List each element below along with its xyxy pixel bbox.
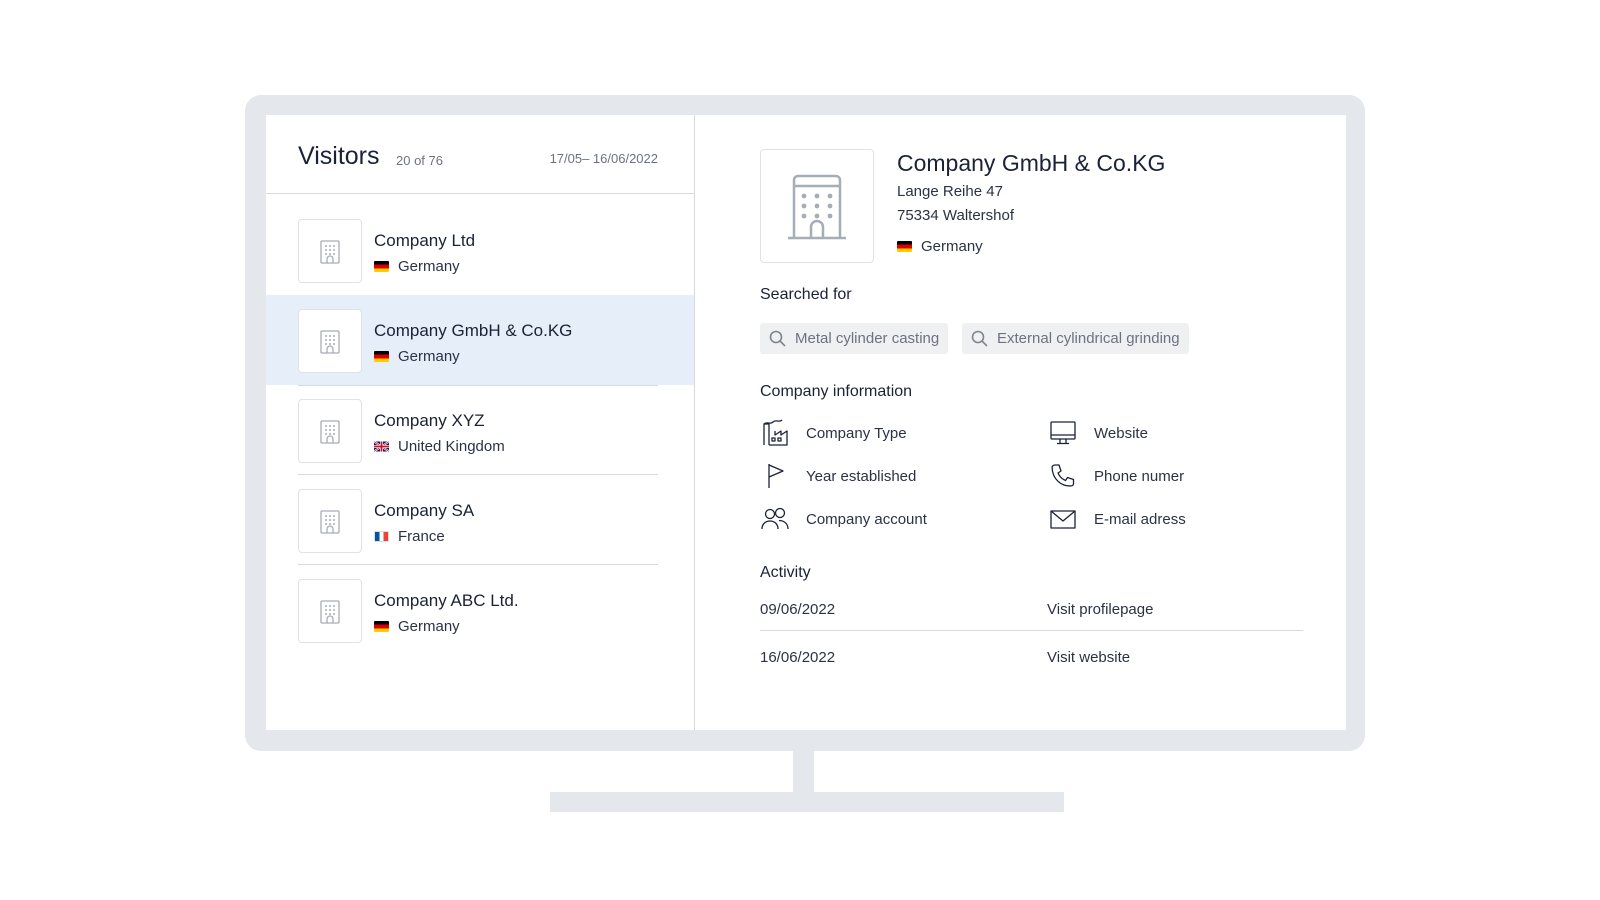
monitor-stand-neck (793, 750, 814, 794)
company-country: Germany (897, 238, 983, 255)
visitor-country: Germany (374, 348, 460, 365)
germany-flag-icon (374, 621, 389, 632)
searched-for-title: Searched for (760, 286, 852, 303)
search-term-label: Metal cylinder casting (795, 330, 940, 347)
visitors-panel: Visitors 20 of 76 17/05– 16/06/2022 Comp… (266, 115, 695, 730)
company-info-title: Company information (760, 383, 913, 400)
visitor-name: Company GmbH & Co.KG (374, 321, 573, 340)
visitor-country: Germany (374, 258, 460, 275)
uk-flag-icon (374, 441, 389, 452)
activity-action: Visit website (1047, 649, 1131, 666)
activity-divider (760, 630, 1303, 631)
row-divider (298, 385, 658, 386)
company-detail-panel: Company GmbH & Co.KG Lange Reihe 47 7533… (695, 115, 1346, 730)
factory-icon (760, 418, 790, 448)
germany-flag-icon (897, 241, 912, 252)
company-city: 75334 Waltershof (897, 207, 1015, 224)
building-icon (760, 149, 874, 263)
visitor-row[interactable]: Company SA France (266, 475, 694, 565)
date-range-filter[interactable]: 17/05– 16/06/2022 (550, 151, 658, 166)
visitor-name: Company SA (374, 501, 475, 520)
activity-row: 16/06/2022 Visit website (760, 637, 1303, 683)
germany-flag-icon (374, 261, 389, 272)
mail-icon (1048, 504, 1078, 534)
building-icon (298, 219, 362, 283)
visitor-country-label: France (398, 528, 445, 545)
phone-icon (1048, 461, 1078, 491)
visitor-country: Germany (374, 618, 460, 635)
app-screen: Visitors 20 of 76 17/05– 16/06/2022 Comp… (266, 115, 1346, 730)
visitor-country: France (374, 528, 445, 545)
visitors-title: Visitors (298, 142, 380, 170)
visitor-name: Company XYZ (374, 411, 485, 430)
activity-action: Visit profilepage (1047, 601, 1154, 618)
building-icon (298, 489, 362, 553)
activity-date: 16/06/2022 (760, 649, 836, 666)
search-term-tag[interactable]: Metal cylinder casting (760, 323, 949, 354)
germany-flag-icon (374, 351, 389, 362)
monitor-stand-base (550, 792, 1064, 812)
visitor-row-selected[interactable]: Company GmbH & Co.KG Germany (266, 295, 694, 385)
visitor-country: United Kingdom (374, 438, 505, 455)
search-icon (769, 330, 786, 347)
visitor-row[interactable]: Company Ltd Germany (266, 205, 694, 295)
visitors-count: 20 of 76 (396, 153, 443, 168)
visitor-row[interactable]: Company XYZ United Kingdom (266, 385, 694, 475)
info-website[interactable]: Website (1048, 418, 1148, 448)
info-year-established: Year established (760, 461, 916, 491)
info-company-type: Company Type (760, 418, 907, 448)
visitor-country-label: Germany (398, 618, 460, 635)
info-label: E-mail adress (1094, 510, 1186, 528)
search-term-label: External cylindrical grinding (997, 330, 1180, 347)
users-icon (760, 504, 790, 534)
info-label: Website (1094, 424, 1148, 442)
info-label: Phone numer (1094, 467, 1185, 485)
visitor-country-label: Germany (398, 258, 460, 275)
visitor-row[interactable]: Company ABC Ltd. Germany (266, 565, 694, 655)
activity-row: 09/06/2022 Visit profilepage (760, 589, 1303, 635)
visitor-name: Company Ltd (374, 231, 476, 250)
company-country-label: Germany (921, 238, 983, 255)
info-email[interactable]: E-mail adress (1048, 504, 1186, 534)
activity-date: 09/06/2022 (760, 601, 836, 618)
company-name-heading: Company GmbH & Co.KG (897, 150, 1166, 176)
search-term-tag[interactable]: External cylindrical grinding (962, 323, 1189, 354)
info-company-account[interactable]: Company account (760, 504, 927, 534)
company-street: Lange Reihe 47 (897, 183, 1003, 200)
building-icon (298, 309, 362, 373)
monitor-icon (1048, 418, 1078, 448)
visitors-header: Visitors 20 of 76 17/05– 16/06/2022 (266, 115, 694, 194)
building-icon (298, 399, 362, 463)
info-label: Company account (806, 510, 927, 528)
info-phone[interactable]: Phone numer (1048, 461, 1184, 491)
flag-icon (760, 461, 790, 491)
info-label: Company Type (806, 424, 907, 442)
visitor-country-label: United Kingdom (398, 438, 505, 455)
visitor-country-label: Germany (398, 348, 460, 365)
info-label: Year established (806, 467, 917, 485)
activity-title: Activity (760, 564, 811, 581)
france-flag-icon (374, 531, 389, 542)
visitor-name: Company ABC Ltd. (374, 591, 519, 610)
search-icon (971, 330, 988, 347)
building-icon (298, 579, 362, 643)
